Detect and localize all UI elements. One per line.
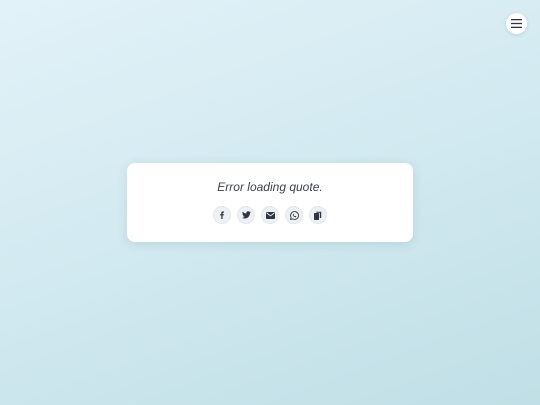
share-facebook-button[interactable] bbox=[213, 206, 231, 224]
email-icon bbox=[265, 211, 275, 219]
whatsapp-icon bbox=[289, 210, 299, 220]
twitter-icon bbox=[241, 211, 251, 219]
menu-button[interactable] bbox=[506, 13, 527, 34]
quote-card: Error loading quote. bbox=[127, 163, 413, 242]
share-email-button[interactable] bbox=[261, 206, 279, 224]
quote-text: Error loading quote. bbox=[217, 180, 323, 194]
share-buttons bbox=[127, 206, 413, 224]
copy-icon bbox=[314, 211, 322, 220]
copy-quote-button[interactable] bbox=[309, 206, 327, 224]
share-twitter-button[interactable] bbox=[237, 206, 255, 224]
facebook-icon bbox=[218, 211, 226, 219]
hamburger-menu-icon bbox=[511, 19, 522, 28]
share-whatsapp-button[interactable] bbox=[285, 206, 303, 224]
